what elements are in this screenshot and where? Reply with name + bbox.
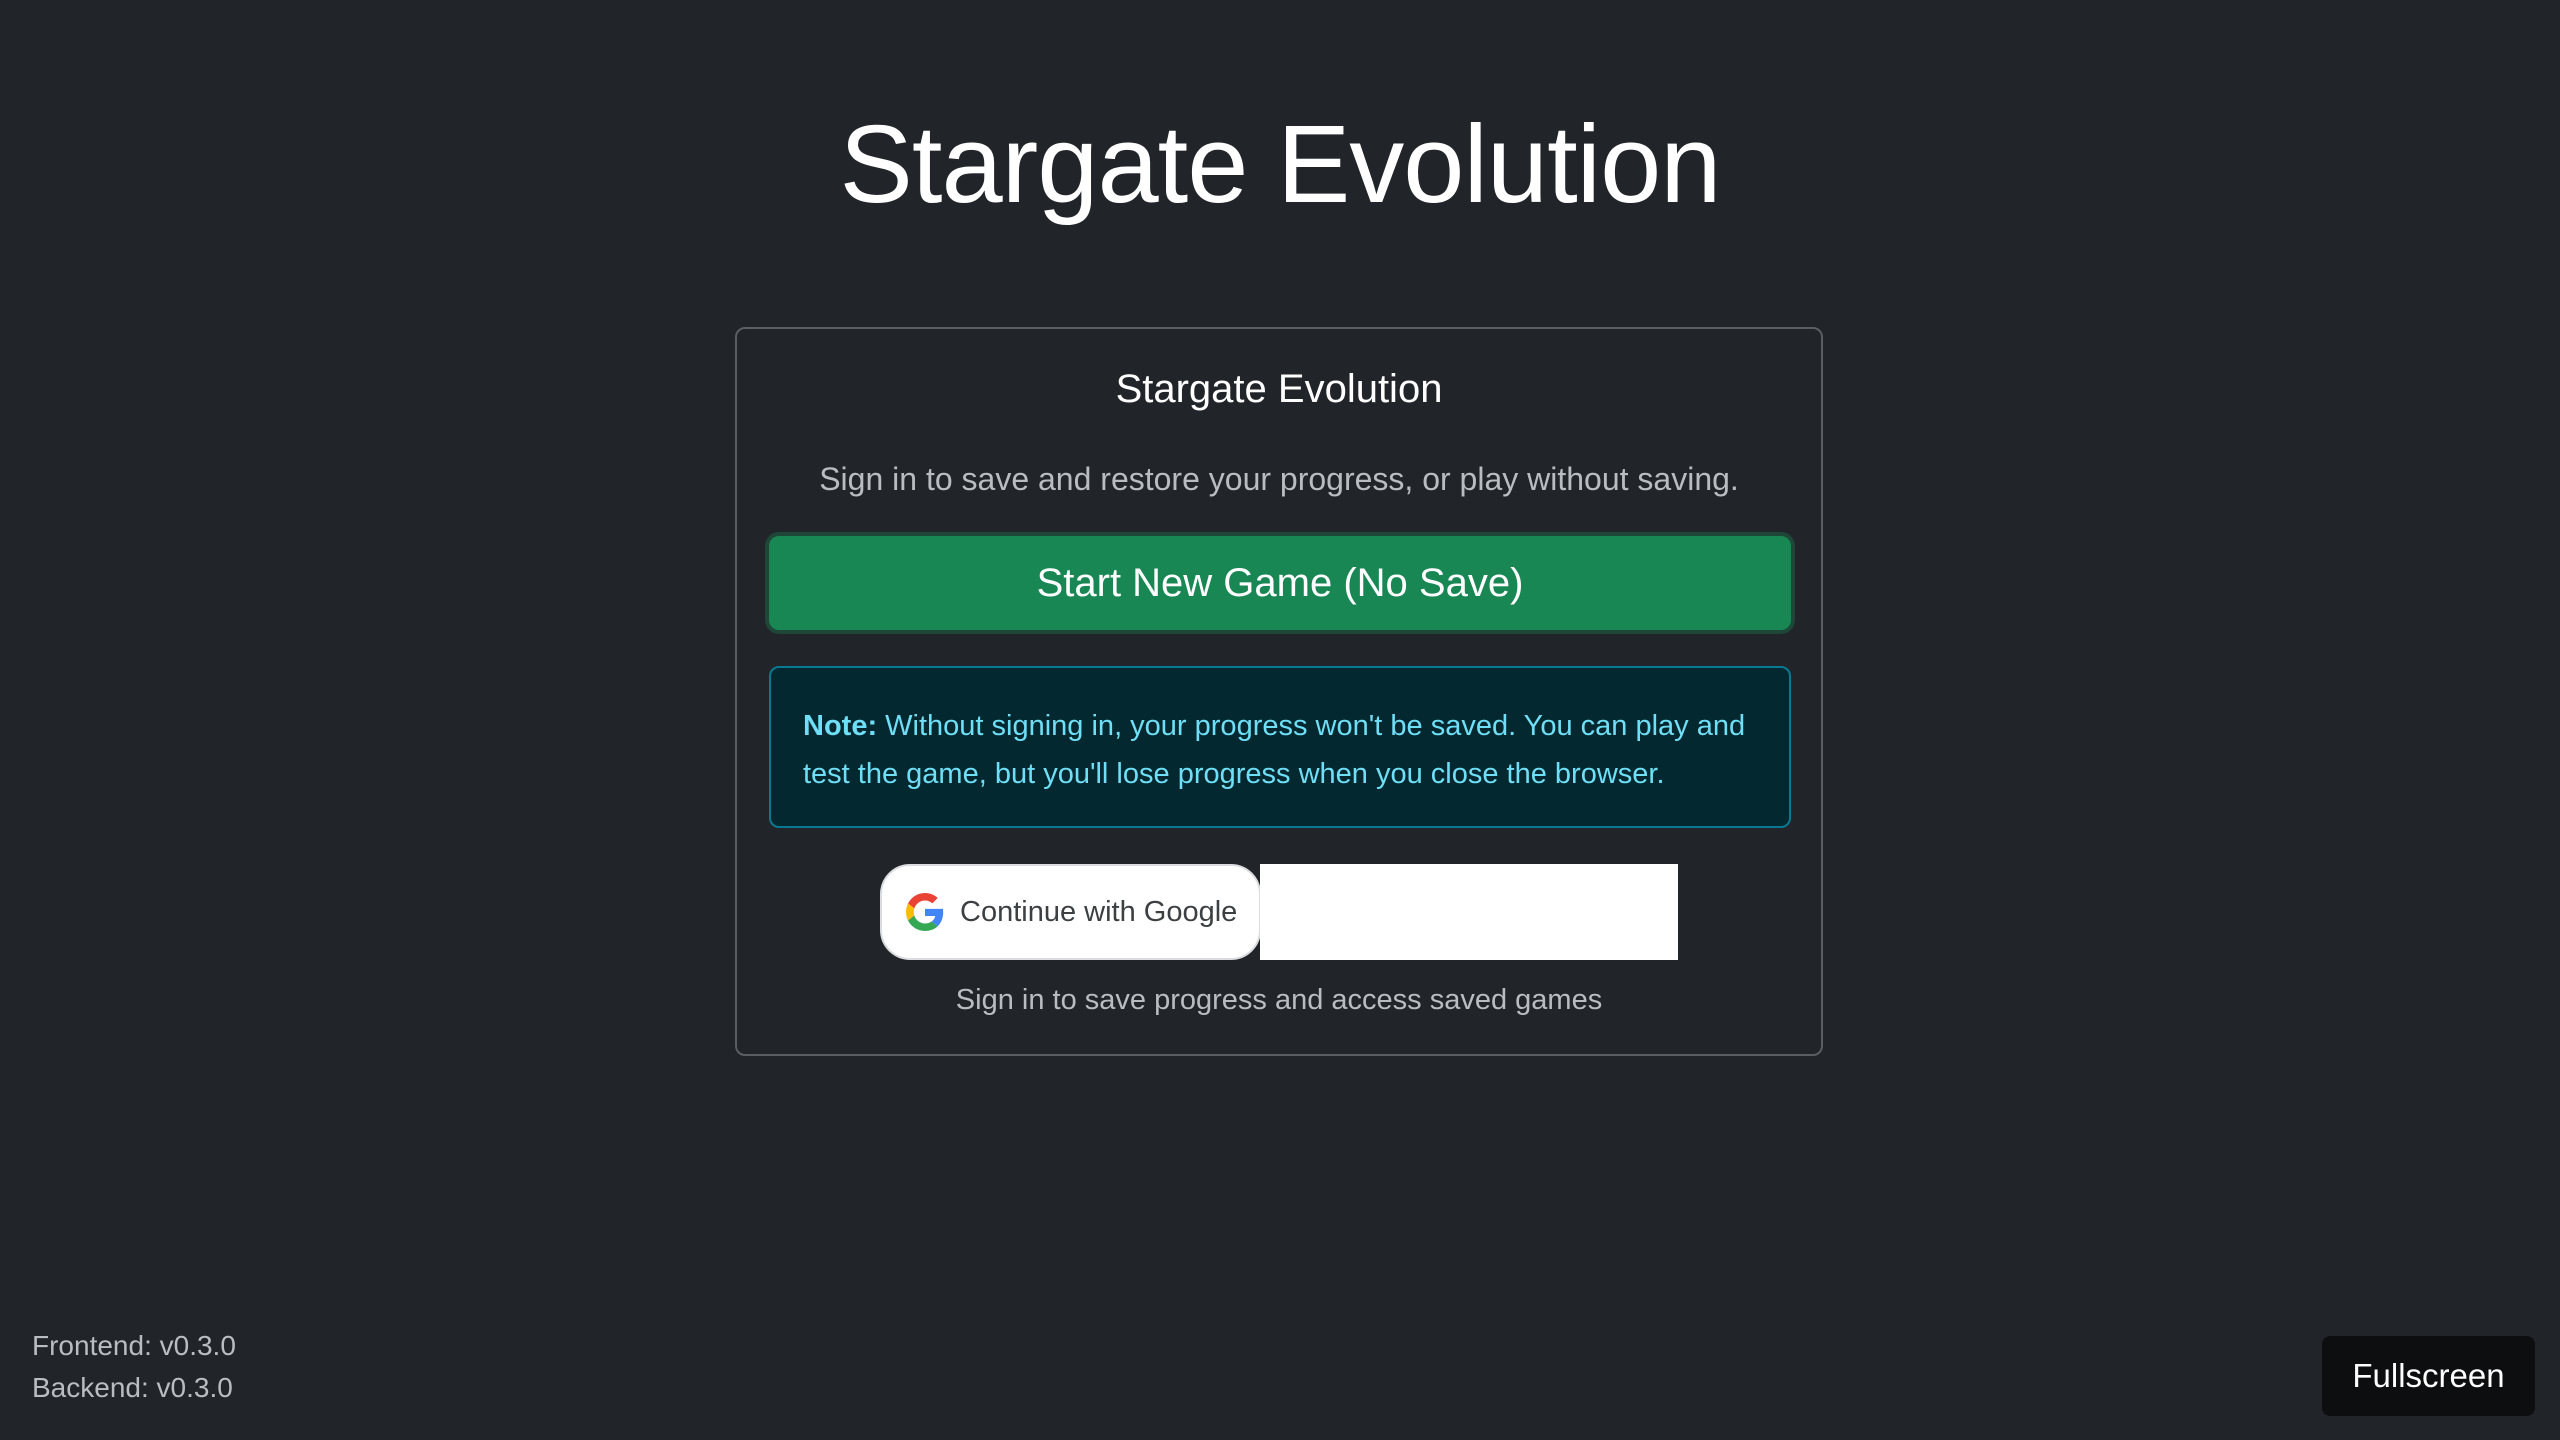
- page: Stargate Evolution Stargate Evolution Si…: [0, 0, 2560, 1440]
- backend-version: Backend: v0.3.0: [32, 1372, 233, 1403]
- signin-hint: Sign in to save progress and access save…: [955, 984, 1603, 1016]
- page-title: Stargate Evolution: [839, 103, 1722, 226]
- note-alert: Note: Without signing in, your progress …: [769, 666, 1791, 828]
- version-info: Frontend: v0.3.0 Backend: v0.3.0: [32, 1325, 236, 1409]
- note-label: Note:: [803, 710, 878, 742]
- signin-frame-placeholder: [1260, 864, 1678, 960]
- note-text: Without signing in, your progress won't …: [803, 710, 1746, 790]
- start-new-game-button[interactable]: Start New Game (No Save): [769, 536, 1791, 630]
- frontend-version: Frontend: v0.3.0: [32, 1330, 236, 1361]
- google-signin-label: Continue with Google: [960, 895, 1238, 928]
- card-title: Stargate Evolution: [1115, 367, 1443, 411]
- login-card: Stargate Evolution Sign in to save and r…: [735, 327, 1823, 1056]
- google-signin-button[interactable]: Continue with Google: [880, 864, 1261, 960]
- google-g-icon: [906, 893, 944, 931]
- fullscreen-button[interactable]: Fullscreen: [2322, 1336, 2535, 1416]
- signin-row: Continue with Google: [880, 864, 1680, 960]
- card-subtitle: Sign in to save and restore your progres…: [819, 461, 1739, 497]
